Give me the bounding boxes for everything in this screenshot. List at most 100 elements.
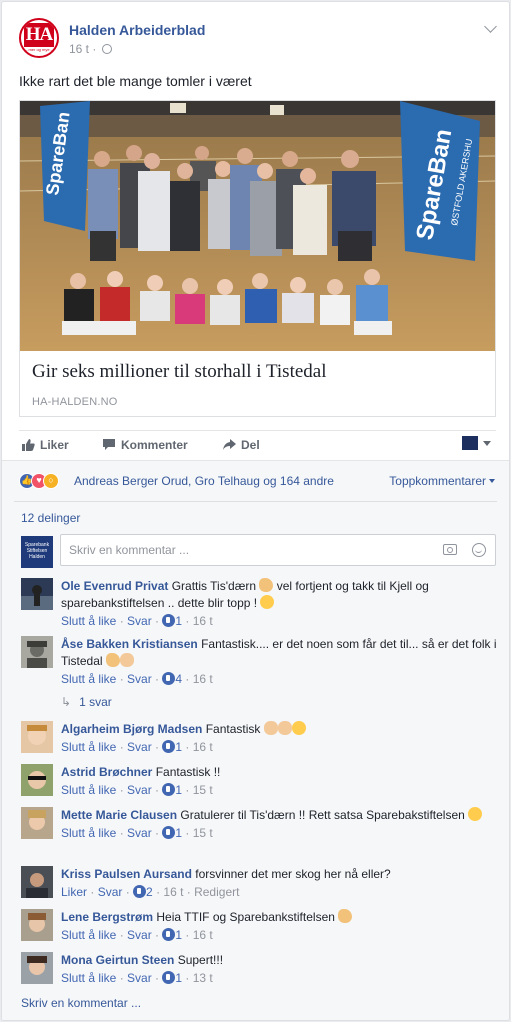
divider <box>14 501 497 502</box>
comment-time[interactable]: 16 t <box>193 740 213 754</box>
comment-reply-link[interactable]: Svar <box>127 614 152 628</box>
link-image[interactable]: SpareBan SpareBan ØSTFOLD AKERSHU <box>20 101 495 351</box>
banner-left: SpareBan <box>40 101 90 231</box>
post-text: Ikke rart det ble mange tomler i været <box>19 73 252 89</box>
comment-like-count[interactable]: 1 <box>175 971 182 985</box>
avatar[interactable] <box>21 909 53 941</box>
page-name-link[interactable]: Halden Arbeiderblad <box>69 22 205 38</box>
comment-text: Fantastisk <box>205 722 261 736</box>
view-replies-link[interactable]: ↳ 1 svar <box>61 695 112 709</box>
avatar-image <box>21 952 53 984</box>
comment-like-link[interactable]: Liker <box>61 885 87 899</box>
post-header: HA — mer og mye — Halden Arbeiderblad 16… <box>19 18 497 62</box>
comment-reply-link[interactable]: Svar <box>98 885 123 899</box>
chevron-down-icon[interactable] <box>484 20 497 33</box>
avatar-image <box>21 866 53 898</box>
comment-like-count[interactable]: 1 <box>175 740 182 754</box>
composer-avatar-text: Sparebank Stiftelsen Halden <box>24 542 50 560</box>
logo-text: HA <box>24 23 54 47</box>
like-button[interactable]: Liker <box>21 438 69 452</box>
comment-reply-link[interactable]: Svar <box>127 826 152 840</box>
reaction-summary[interactable]: Andreas Berger Orud, Gro Telhaug og 164 … <box>74 474 334 488</box>
comment-reply-link[interactable]: Svar <box>127 740 152 754</box>
comment-time[interactable]: 16 t <box>193 928 213 942</box>
comment-like-link[interactable]: Slutt å like <box>61 740 116 754</box>
comment-composer[interactable] <box>60 534 496 566</box>
comment-text: Gratulerer til Tis'dærn !! Rett satsa Sp… <box>180 808 465 822</box>
avatar[interactable] <box>21 721 53 753</box>
comment-like-count[interactable]: 4 <box>175 672 182 686</box>
thumbs-up-icon <box>22 439 35 451</box>
like-icon <box>162 971 176 984</box>
comment-text: Supert!!! <box>177 953 224 967</box>
camera-icon[interactable] <box>443 544 457 555</box>
share-button[interactable]: Del <box>222 438 260 452</box>
comment-sort-label: Toppkommentarer <box>389 474 486 488</box>
comment-author[interactable]: Kriss Paulsen Aursand <box>61 867 192 881</box>
comment-author[interactable]: Ole Evenrud Privat <box>61 579 168 593</box>
comment-body: Mona Geirtun Steen Supert!!! Slutt å lik… <box>61 952 501 987</box>
comment-like-count[interactable]: 1 <box>175 783 182 797</box>
comment-time[interactable]: 16 t <box>193 614 213 628</box>
comment-like-link[interactable]: Slutt å like <box>61 971 116 985</box>
avatar[interactable] <box>21 866 53 898</box>
comment-like-count[interactable]: 1 <box>175 614 182 628</box>
comment-author[interactable]: Algarheim Bjørg Madsen <box>61 722 202 736</box>
avatar-image <box>21 909 53 941</box>
comment-meta: Slutt å like · Svar · 4 · 16 t <box>61 672 213 686</box>
avatar-image <box>21 807 53 839</box>
avatar[interactable] <box>21 636 53 668</box>
comment-reply-link[interactable]: Svar <box>127 928 152 942</box>
avatar-image <box>21 636 53 668</box>
like-icon <box>162 614 176 627</box>
comment-like-link[interactable]: Slutt å like <box>61 614 116 628</box>
comment-time[interactable]: 15 t <box>193 783 213 797</box>
comment-meta: Slutt å like · Svar · 1 · 15 t <box>61 826 213 840</box>
comment-reply-link[interactable]: Svar <box>127 783 152 797</box>
comment-like-count[interactable]: 1 <box>175 826 182 840</box>
comment-reply-link[interactable]: Svar <box>127 971 152 985</box>
comment-time[interactable]: 13 t <box>193 971 213 985</box>
page-avatar[interactable]: HA — mer og mye — <box>19 18 59 58</box>
comment-text: Heia TTIF og Sparebankstiftelsen <box>156 910 335 924</box>
clapping-emoji-icon <box>277 721 292 735</box>
comment-author[interactable]: Åse Bakken Kristiansen <box>61 637 198 651</box>
avatar[interactable] <box>21 578 53 610</box>
comment-like-link[interactable]: Slutt å like <box>61 826 116 840</box>
avatar[interactable] <box>21 764 53 796</box>
post-time[interactable]: 16 t <box>69 42 89 56</box>
comment-like-count[interactable]: 1 <box>175 928 182 942</box>
comment-meta: Slutt å like · Svar · 1 · 16 t <box>61 928 213 942</box>
comment-like-link[interactable]: Slutt å like <box>61 928 116 942</box>
link-preview[interactable]: SpareBan SpareBan ØSTFOLD AKERSHU Gir se… <box>19 100 496 417</box>
comment-button[interactable]: Kommenter <box>102 438 188 452</box>
link-domain: HA-HALDEN.NO <box>32 396 118 408</box>
comment-sort-dropdown[interactable]: Toppkommentarer <box>389 474 495 488</box>
comment-time[interactable]: 16 t <box>193 672 213 686</box>
share-as-selector[interactable] <box>462 436 492 450</box>
emoji-icon[interactable] <box>472 543 486 557</box>
comment-input[interactable] <box>61 535 431 565</box>
write-comment-link[interactable]: Skriv en kommentar ... <box>21 996 141 1010</box>
laughing-emoji-icon <box>260 595 275 609</box>
like-icon <box>162 783 176 796</box>
group-photo: SpareBan SpareBan ØSTFOLD AKERSHU <box>20 101 495 351</box>
link-title[interactable]: Gir seks millioner til storhall i Tisted… <box>32 361 327 383</box>
comment-author[interactable]: Mette Marie Clausen <box>61 808 177 822</box>
comment-time[interactable]: 16 t <box>163 885 183 899</box>
comment-author[interactable]: Mona Geirtun Steen <box>61 953 174 967</box>
comment-like-link[interactable]: Slutt å like <box>61 783 116 797</box>
comment-icon <box>103 439 115 450</box>
comment-like-count[interactable]: 2 <box>146 885 153 899</box>
comment-author[interactable]: Lene Bergstrøm <box>61 910 153 924</box>
comment-reply-link[interactable]: Svar <box>127 672 152 686</box>
comment-body: Kriss Paulsen Aursand forsvinner det mer… <box>61 866 501 901</box>
shares-count[interactable]: 12 delinger <box>21 511 80 525</box>
comment-time[interactable]: 15 t <box>193 826 213 840</box>
comment-author[interactable]: Astrid Brøchner <box>61 765 152 779</box>
avatar[interactable] <box>21 952 53 984</box>
avatar-image <box>21 721 53 753</box>
comment-like-link[interactable]: Slutt å like <box>61 672 116 686</box>
comment-edited[interactable]: Redigert <box>194 885 239 899</box>
avatar[interactable] <box>21 807 53 839</box>
